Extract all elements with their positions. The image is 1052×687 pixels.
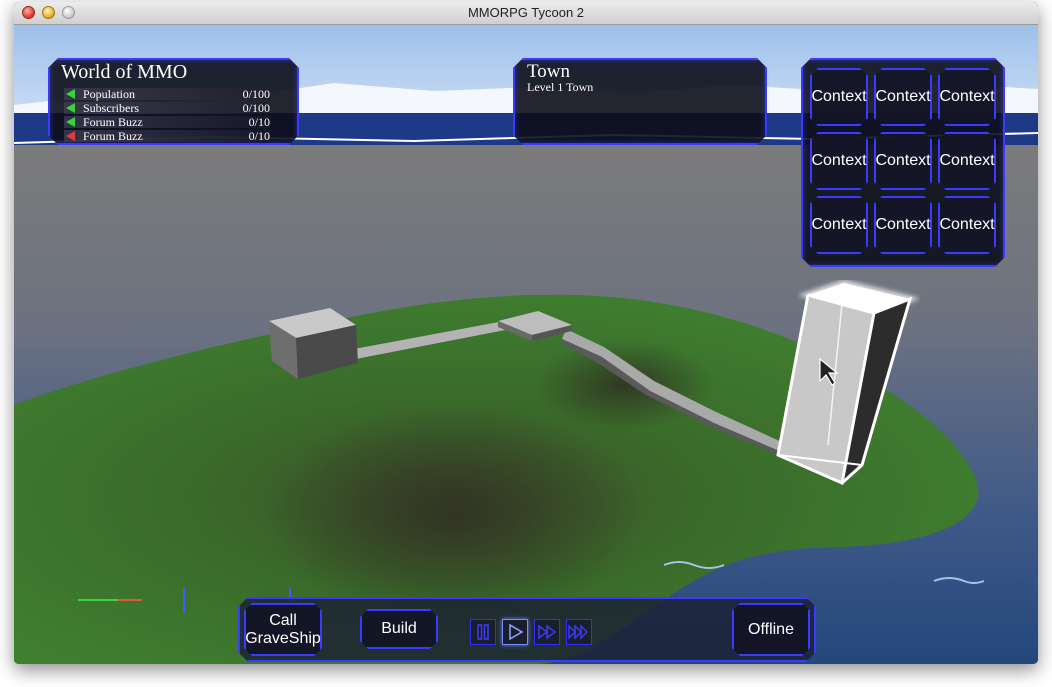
call-graveship-label: Call GraveShip bbox=[245, 612, 321, 648]
context-button-4[interactable]: Context bbox=[810, 132, 868, 190]
title-bar: MMORPG Tycoon 2 bbox=[14, 2, 1038, 25]
context-button-1[interactable]: Context bbox=[810, 68, 868, 126]
fast-forward-button[interactable] bbox=[534, 619, 560, 645]
terrain-shadow bbox=[264, 405, 644, 625]
window-title: MMORPG Tycoon 2 bbox=[467, 5, 585, 20]
context-actions-panel: Context Context Context Context Context … bbox=[801, 58, 1005, 267]
fastest-forward-button[interactable] bbox=[566, 619, 592, 645]
bottom-toolbar: Call GraveShip Build Offline bbox=[238, 597, 816, 662]
stat-value: 0/10 bbox=[248, 115, 270, 129]
call-graveship-line2: GraveShip bbox=[245, 629, 321, 647]
context-button-3[interactable]: Context bbox=[938, 68, 996, 126]
stat-label: Forum Buzz bbox=[83, 115, 143, 129]
stat-value: 0/100 bbox=[242, 87, 270, 101]
trend-down-icon bbox=[66, 131, 75, 141]
stat-row-subscribers: Subscribers 0/100 bbox=[64, 102, 270, 114]
call-graveship-line1: Call bbox=[269, 611, 297, 629]
context-button-2[interactable]: Context bbox=[874, 68, 932, 126]
trend-up-icon bbox=[66, 117, 75, 127]
stat-label: Population bbox=[83, 87, 136, 101]
game-viewport[interactable]: World of MMO Population 0/100 Subscriber… bbox=[14, 25, 1038, 664]
offline-button[interactable]: Offline bbox=[732, 603, 810, 656]
town-info-panel: Town Level 1 Town bbox=[513, 58, 767, 145]
town-level: Level 1 Town bbox=[527, 80, 594, 94]
stat-row-forum-buzz: Forum Buzz 0/10 bbox=[64, 116, 270, 128]
world-title: World of MMO bbox=[61, 61, 188, 83]
trend-up-icon bbox=[66, 89, 75, 99]
stat-label: Forum Buzz bbox=[83, 129, 143, 143]
context-button-9[interactable]: Context bbox=[938, 196, 996, 254]
world-stats-panel: World of MMO Population 0/100 Subscriber… bbox=[48, 58, 299, 145]
pause-icon bbox=[471, 620, 495, 644]
context-button-7[interactable]: Context bbox=[810, 196, 868, 254]
play-button[interactable] bbox=[502, 619, 528, 645]
fast-forward-icon bbox=[535, 620, 559, 644]
trend-up-icon bbox=[66, 103, 75, 113]
context-button-5[interactable]: Context bbox=[874, 132, 932, 190]
stat-value: 0/10 bbox=[248, 129, 270, 143]
play-icon bbox=[503, 620, 527, 644]
fastest-forward-icon bbox=[567, 620, 591, 644]
stat-row-forum-buzz-negative: Forum Buzz 0/10 bbox=[64, 130, 270, 142]
context-button-6[interactable]: Context bbox=[938, 132, 996, 190]
stat-value: 0/100 bbox=[242, 101, 270, 115]
context-button-8[interactable]: Context bbox=[874, 196, 932, 254]
terrain-shadow-2 bbox=[534, 340, 714, 430]
stat-label: Subscribers bbox=[83, 101, 139, 115]
call-graveship-button[interactable]: Call GraveShip bbox=[244, 603, 322, 656]
stat-row-population: Population 0/100 bbox=[64, 88, 270, 100]
game-window: MMORPG Tycoon 2 World of MMO Population … bbox=[14, 2, 1038, 664]
build-button[interactable]: Build bbox=[360, 609, 438, 649]
pause-button[interactable] bbox=[470, 619, 496, 645]
